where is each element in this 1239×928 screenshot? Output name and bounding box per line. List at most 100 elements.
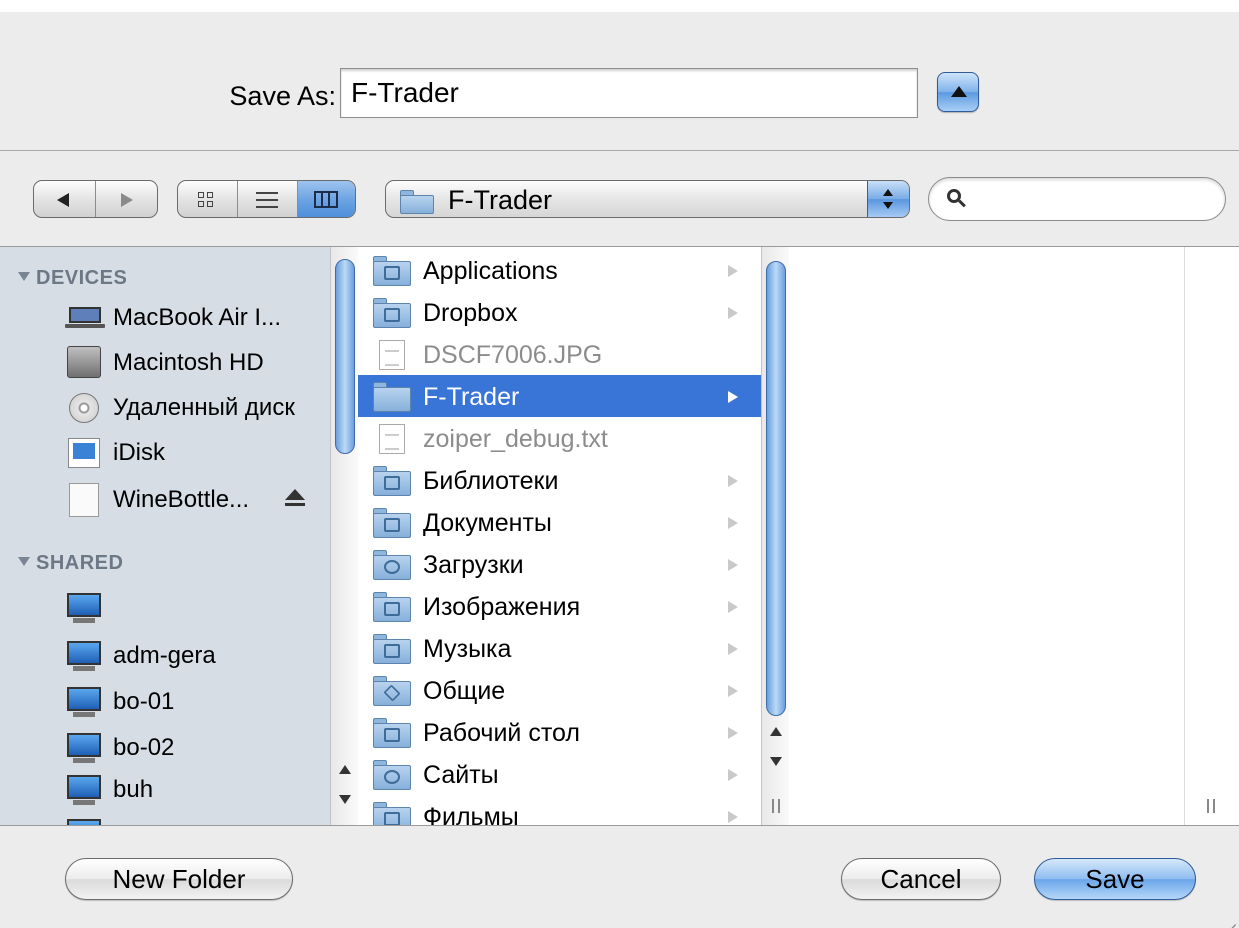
hard-disk-icon bbox=[67, 346, 101, 378]
list-item-f-trader[interactable]: F-Trader bbox=[358, 375, 761, 417]
sidebar-item-partial[interactable] bbox=[65, 815, 330, 825]
chevron-right-icon bbox=[728, 517, 738, 529]
empty-column bbox=[1184, 247, 1239, 825]
chevron-right-icon bbox=[728, 643, 738, 655]
music-folder-icon bbox=[373, 634, 411, 664]
scroll-thumb[interactable] bbox=[335, 259, 355, 454]
column-view-icon bbox=[314, 191, 338, 208]
column-resize-handle[interactable] bbox=[772, 799, 780, 813]
list-item-zoiper-debug[interactable]: zoiper_debug.txt bbox=[358, 417, 761, 459]
sidebar-item-shared-computer[interactable] bbox=[65, 589, 330, 625]
collapse-dialog-button[interactable] bbox=[937, 72, 979, 112]
chevron-right-icon bbox=[728, 475, 738, 487]
eject-icon[interactable] bbox=[283, 489, 307, 509]
laptop-icon bbox=[65, 303, 105, 333]
list-item-movies[interactable]: Фильмы bbox=[358, 795, 761, 825]
folder-icon bbox=[373, 382, 411, 412]
chevron-right-icon bbox=[728, 727, 738, 739]
icon-view-button[interactable] bbox=[178, 181, 238, 217]
applications-folder-icon bbox=[373, 256, 411, 286]
chevron-right-icon bbox=[728, 685, 738, 697]
optical-disc-icon bbox=[69, 393, 99, 423]
chevron-right-icon bbox=[728, 601, 738, 613]
back-forward-control bbox=[33, 180, 158, 218]
list-view-button[interactable] bbox=[238, 181, 298, 217]
list-view-icon bbox=[256, 192, 278, 208]
desktop-folder-icon bbox=[373, 718, 411, 748]
network-computer-icon bbox=[65, 733, 105, 763]
sidebar-item-macintosh-hd[interactable]: Macintosh HD bbox=[65, 344, 330, 380]
chevron-right-icon bbox=[728, 265, 738, 277]
icon-view-icon bbox=[198, 192, 214, 208]
cancel-button[interactable]: Cancel bbox=[841, 858, 1001, 900]
list-item-library[interactable]: Библиотеки bbox=[358, 459, 761, 501]
list-item-dropbox[interactable]: Dropbox bbox=[358, 291, 761, 333]
dropbox-folder-icon bbox=[373, 298, 411, 328]
list-item-public[interactable]: Общие bbox=[358, 669, 761, 711]
image-file-icon bbox=[373, 340, 411, 370]
view-mode-control bbox=[177, 180, 356, 218]
popup-arrows-icon bbox=[867, 181, 909, 217]
location-popup[interactable]: F-Trader bbox=[385, 180, 910, 218]
network-computer-icon bbox=[65, 641, 105, 671]
disk-image-icon bbox=[69, 483, 99, 517]
scroll-up-arrow-icon[interactable] bbox=[770, 727, 782, 736]
list-item-downloads[interactable]: Загрузки bbox=[358, 543, 761, 585]
sidebar-item-bo-01[interactable]: bo-01 bbox=[65, 683, 330, 719]
list-item-documents[interactable]: Документы bbox=[358, 501, 761, 543]
pictures-folder-icon bbox=[373, 592, 411, 622]
chevron-right-icon bbox=[728, 307, 738, 319]
forward-arrow-icon bbox=[120, 193, 133, 207]
resize-grip-icon[interactable] bbox=[1214, 903, 1236, 928]
list-item-desktop[interactable]: Рабочий стол bbox=[358, 711, 761, 753]
list-item-music[interactable]: Музыка bbox=[358, 627, 761, 669]
scroll-down-arrow-icon[interactable] bbox=[339, 795, 351, 804]
forward-button[interactable] bbox=[96, 181, 158, 217]
save-as-label: Save As: bbox=[229, 81, 336, 111]
scroll-down-arrow-icon[interactable] bbox=[770, 757, 782, 766]
public-folder-icon bbox=[373, 676, 411, 706]
sidebar-header-shared[interactable]: SHARED bbox=[18, 552, 123, 575]
chevron-right-icon bbox=[728, 769, 738, 781]
list-item-dscf7006[interactable]: DSCF7006.JPG bbox=[358, 333, 761, 375]
documents-folder-icon bbox=[373, 508, 411, 538]
sidebar-item-macbook[interactable]: MacBook Air I... bbox=[65, 299, 330, 335]
location-label: F-Trader bbox=[448, 185, 553, 215]
sidebar-item-remote-disc[interactable]: Удаленный диск bbox=[65, 389, 330, 425]
downloads-folder-icon bbox=[373, 550, 411, 580]
sidebar-item-adm-gera[interactable]: adm-gera bbox=[65, 637, 330, 673]
file-column: Applications Dropbox DSCF7006.JPG F-Trad… bbox=[358, 247, 761, 825]
sidebar: DEVICES MacBook Air I... Macintosh HD Уд… bbox=[0, 247, 330, 825]
back-arrow-icon bbox=[57, 193, 69, 207]
list-item-applications[interactable]: Applications bbox=[358, 249, 761, 291]
file-column-scrollbar[interactable] bbox=[761, 247, 789, 825]
disclosure-triangle-icon bbox=[18, 557, 30, 566]
divider bbox=[0, 825, 1239, 826]
column-resize-handle[interactable] bbox=[1207, 799, 1215, 813]
column-view-button[interactable] bbox=[298, 181, 355, 217]
scroll-thumb[interactable] bbox=[766, 261, 786, 716]
list-item-pictures[interactable]: Изображения bbox=[358, 585, 761, 627]
list-item-sites[interactable]: Сайты bbox=[358, 753, 761, 795]
sidebar-item-bo-02[interactable]: bo-02 bbox=[65, 729, 330, 765]
chevron-right-icon bbox=[728, 391, 738, 403]
library-folder-icon bbox=[373, 466, 411, 496]
save-button[interactable]: Save bbox=[1034, 858, 1196, 900]
network-computer-icon bbox=[65, 775, 105, 805]
sidebar-item-idisk[interactable]: iDisk bbox=[65, 434, 330, 470]
sidebar-item-winebottle[interactable]: WineBottle... bbox=[65, 481, 330, 517]
back-button[interactable] bbox=[34, 181, 96, 217]
chevron-right-icon bbox=[728, 559, 738, 571]
text-file-icon bbox=[373, 424, 411, 454]
divider bbox=[0, 150, 1239, 151]
top-edge bbox=[0, 0, 1239, 12]
new-folder-button[interactable]: New Folder bbox=[65, 858, 293, 900]
sidebar-scrollbar[interactable] bbox=[330, 247, 358, 825]
folder-icon bbox=[400, 190, 434, 214]
search-field[interactable] bbox=[928, 177, 1226, 221]
network-computer-icon bbox=[65, 593, 105, 623]
sidebar-header-devices[interactable]: DEVICES bbox=[18, 267, 127, 290]
sidebar-item-buh[interactable]: buh bbox=[65, 771, 330, 807]
scroll-up-arrow-icon[interactable] bbox=[339, 765, 351, 774]
save-as-input[interactable] bbox=[340, 68, 918, 118]
